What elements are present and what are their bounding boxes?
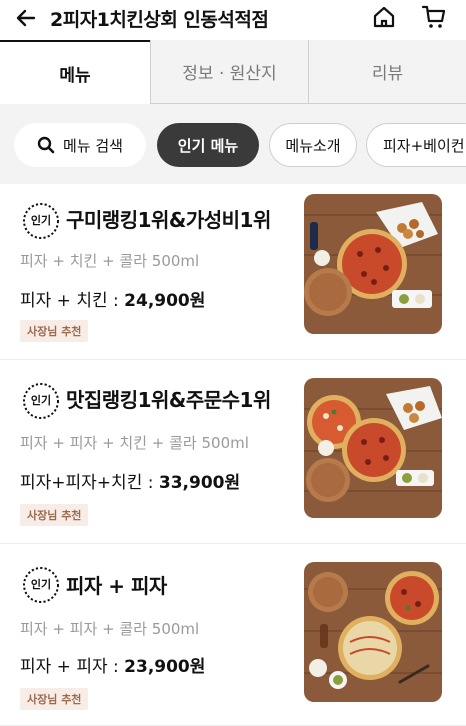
cart-icon (421, 5, 446, 28)
price-label: 피자 + 피자 : (20, 657, 125, 677)
price-label: 피자 + 치킨 : (20, 291, 125, 311)
chip-menu-intro[interactable]: 메뉴소개 (269, 123, 357, 167)
item-name: 피자 + 피자 (66, 574, 167, 598)
home-icon (373, 6, 395, 28)
popular-badge-icon: 인기 (20, 200, 62, 242)
cart-button[interactable] (420, 3, 448, 31)
item-description: 피자 + 피자 + 콜라 500ml (20, 620, 200, 638)
item-price: 피자 + 치킨 : 24,900원 (20, 286, 205, 311)
price-value: 24,900원 (124, 291, 206, 311)
item-name: 맛집랭킹1위&주문수1위 (66, 388, 271, 412)
filter-chip-bar: 메뉴 검색 인기 메뉴 메뉴소개 피자+베이컨 (0, 104, 466, 184)
tab-menu[interactable]: 메뉴 (0, 40, 150, 104)
menu-item[interactable]: 인기 맛집랭킹1위&주문수1위 피자 + 피자 + 치킨 + 콜라 500ml … (0, 360, 466, 544)
popular-badge-text: 인기 (30, 394, 52, 407)
item-description: 피자 + 치킨 + 콜라 500ml (20, 252, 200, 270)
food-photo[interactable] (304, 378, 442, 518)
search-icon (37, 136, 55, 154)
chip-pizza-bacon[interactable]: 피자+베이컨 (366, 123, 466, 167)
chip-popular-menu[interactable]: 인기 메뉴 (157, 123, 259, 167)
popular-badge-text: 인기 (30, 578, 52, 591)
food-photo[interactable] (304, 562, 442, 702)
popular-badge-icon: 인기 (20, 564, 62, 606)
menu-search-label: 메뉴 검색 (63, 136, 123, 155)
item-price: 피자 + 피자 : 23,900원 (20, 652, 205, 677)
item-description: 피자 + 피자 + 치킨 + 콜라 500ml (20, 434, 249, 452)
back-button[interactable] (12, 4, 40, 32)
owner-recommend-badge: 사장님 추천 (20, 504, 89, 526)
owner-recommend-badge: 사장님 추천 (20, 320, 89, 342)
home-button[interactable] (370, 3, 398, 31)
tab-review[interactable]: 리뷰 (308, 40, 466, 104)
food-photo[interactable] (304, 194, 442, 334)
menu-item[interactable]: 인기 구미랭킹1위&가성비1위 피자 + 치킨 + 콜라 500ml 피자 + … (0, 186, 466, 360)
tab-info-origin[interactable]: 정보 · 원산지 (150, 40, 308, 104)
popular-badge-text: 인기 (30, 214, 52, 227)
menu-search-button[interactable]: 메뉴 검색 (14, 123, 146, 167)
price-value: 23,900원 (124, 657, 206, 677)
store-title: 2피자1치킨상회 인동석적점 (50, 9, 269, 31)
item-price: 피자+피자+치킨 : 33,900원 (20, 468, 240, 493)
app-header: 2피자1치킨상회 인동석적점 (0, 0, 466, 40)
price-label: 피자+피자+치킨 : (20, 473, 159, 493)
item-name: 구미랭킹1위&가성비1위 (66, 208, 271, 232)
price-value: 33,900원 (158, 473, 241, 493)
menu-item[interactable]: 인기 피자 + 피자 피자 + 피자 + 콜라 500ml 피자 + 피자 : … (0, 544, 466, 726)
tab-bar: 메뉴 정보 · 원산지 리뷰 (0, 40, 466, 104)
owner-recommend-badge: 사장님 추천 (20, 688, 89, 710)
arrow-left-icon (16, 9, 36, 27)
popular-badge-icon: 인기 (20, 380, 62, 422)
